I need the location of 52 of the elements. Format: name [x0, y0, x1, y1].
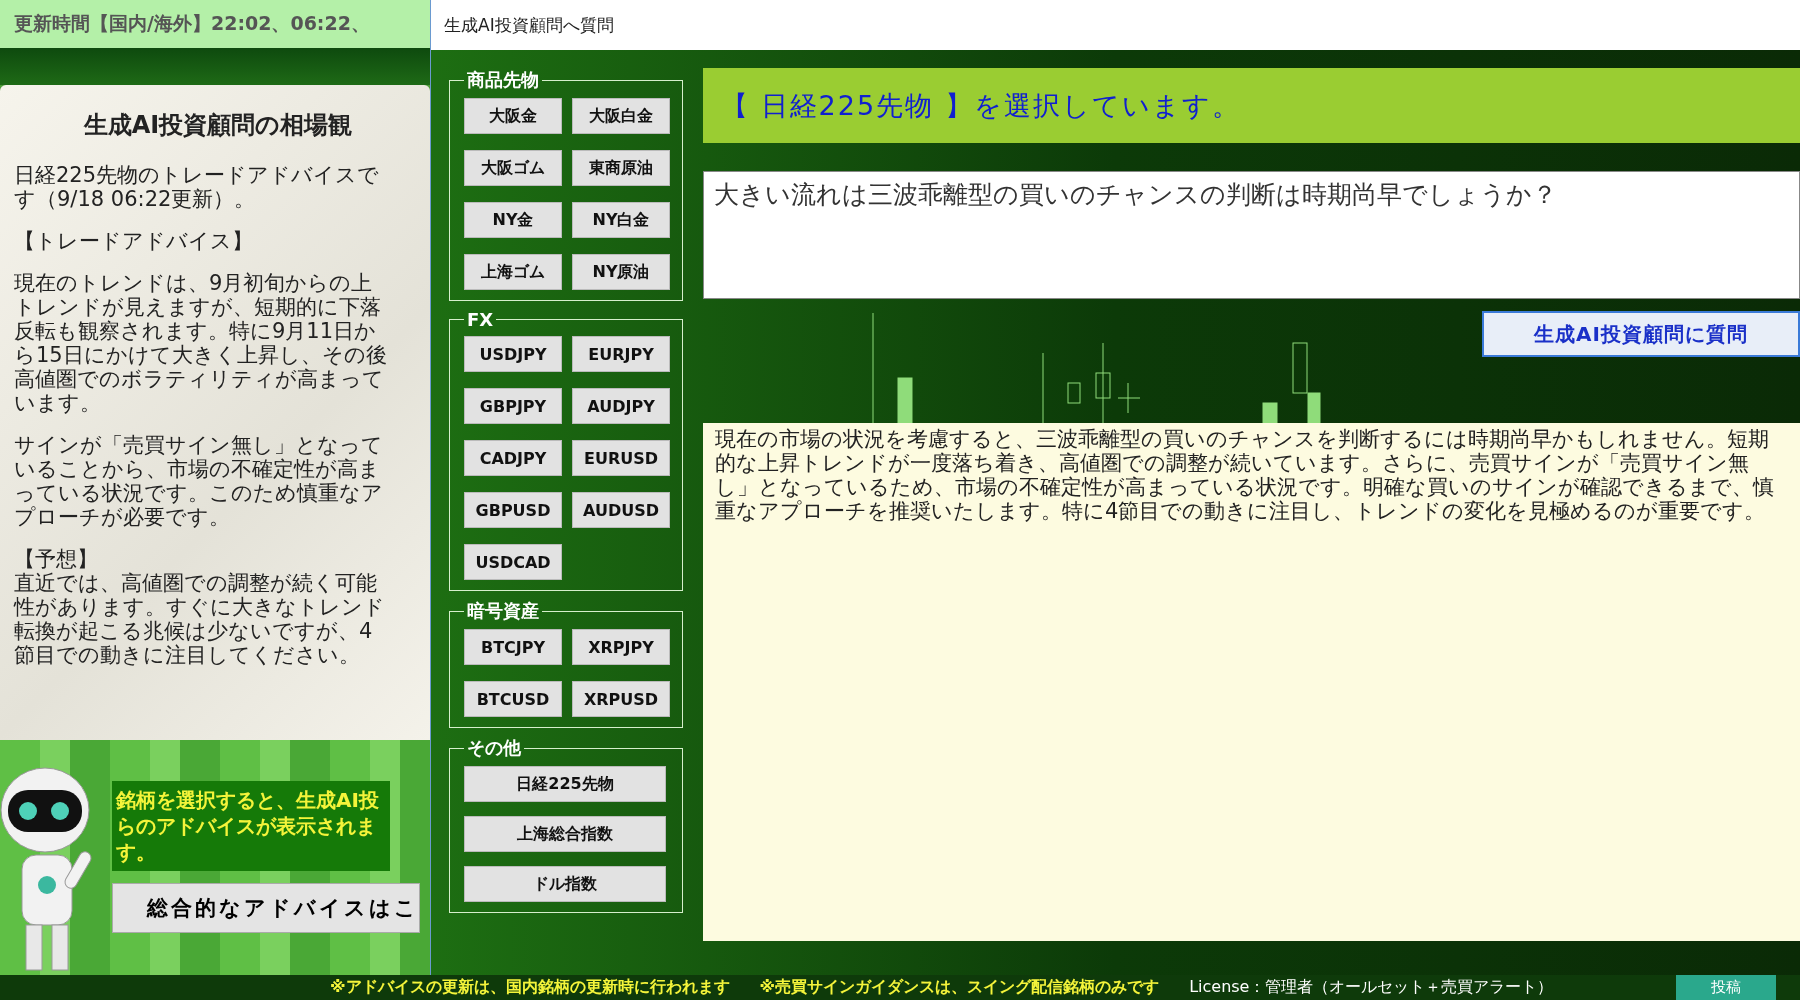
symbol-button[interactable]: AUDJPY	[572, 388, 670, 424]
symbol-button[interactable]: USDCAD	[464, 544, 562, 580]
symbol-button[interactable]: 上海総合指数	[464, 816, 666, 852]
answer-text: 現在の市場の状況を考慮すると、三波乖離型の買いのチャンスを判断するには時期尚早かもしれません。短期的な上昇トレンドが一度落ち着き、高値圏での調整が続いています。さらに、売買サインが「売買サイン無し」となっているため、市場の不確定性が高まっている状況です。明確な買いのサインが確認できるまで、慎重なアプローチを推奨いたします。特に4節目での動きに注目し、トレンドの変化を見極めるのが重要です。	[703, 423, 1800, 941]
panel-title: 生成AI投資顧問の相場観	[82, 110, 354, 141]
symbol-button[interactable]: NY白金	[572, 202, 670, 238]
group-label: FX	[466, 309, 495, 330]
candle-body	[1067, 382, 1081, 404]
candle-wick	[1042, 352, 1044, 423]
candle-body	[897, 377, 913, 423]
symbol-button[interactable]: GBPUSD	[464, 492, 562, 528]
group-label: 暗号資産	[466, 599, 540, 623]
symbol-button[interactable]: EURUSD	[572, 440, 670, 476]
symbol-button[interactable]: GBPJPY	[464, 388, 562, 424]
symbol-button[interactable]: BTCUSD	[464, 681, 562, 717]
window-title: 生成AI投資顧問へ質問	[431, 0, 1800, 50]
symbol-button[interactable]: XRPUSD	[572, 681, 670, 717]
advice-paragraph: 日経225先物のトレードアドバイスです（9/18 06:22更新）。	[14, 163, 381, 211]
candle-body	[1262, 402, 1278, 423]
symbol-button[interactable]: 大阪金	[464, 98, 562, 134]
advice-paragraph: サインが「売買サイン無し」となっていることから、市場の不確定性が高まっている状況です。このため慎重なアプローチが必要です。	[14, 433, 384, 529]
symbol-button[interactable]: EURJPY	[572, 336, 670, 372]
update-time-bar: 更新時間【国内/海外】22:02、06:22、	[0, 0, 430, 48]
cross-candle	[1117, 382, 1141, 414]
symbol-button[interactable]: ドル指数	[464, 866, 666, 902]
group-label: その他	[466, 736, 522, 760]
symbol-button[interactable]: 上海ゴム	[464, 254, 562, 290]
ask-button[interactable]: 生成AI投資顧問に質問	[1482, 311, 1800, 357]
symbol-button[interactable]: 大阪ゴム	[464, 150, 562, 186]
symbol-button[interactable]: 日経225先物	[464, 766, 666, 802]
symbol-button[interactable]: AUDUSD	[572, 492, 670, 528]
advice-paragraph: 現在のトレンドは、9月初旬からの上トレンドが見えますが、短期的に下落反転も観察されます。特に9月11日から15日にかけて大きく上昇し、その後高値圏でのボラティリティが高まっています。	[14, 271, 388, 415]
question-field[interactable]: 大きい流れは三波乖離型の買いのチャンスの判断は時期尚早でしょうか？	[703, 171, 1800, 299]
symbol-button[interactable]: 大阪白金	[572, 98, 670, 134]
symbol-button[interactable]: CADJPY	[464, 440, 562, 476]
symbol-button[interactable]: BTCJPY	[464, 629, 562, 665]
advice-paragraph: 直近では、高値圏での調整が続く可能性があります。すぐに大きなトレンド転換が起こる兆候は少ないですが、4節目での動きに注目してください。	[14, 571, 386, 667]
group-label: 商品先物	[466, 68, 540, 92]
symbol-button[interactable]: 東商原油	[572, 150, 670, 186]
hint-text: 銘柄を選択すると、生成AI投らのアドバイスが表示されます。	[112, 781, 390, 871]
symbol-button[interactable]: NY原油	[572, 254, 670, 290]
status-note: ※売買サインガイダンスは、スイング配信銘柄のみです	[759, 977, 1160, 998]
symbol-button[interactable]: NY金	[464, 202, 562, 238]
selection-banner: 【 日経225先物 】を選択しています。	[703, 68, 1800, 143]
advice-paragraph: 【トレードアドバイス】	[14, 229, 254, 253]
status-note: ※アドバイスの更新は、国内銘柄の更新時に行われます	[330, 977, 730, 998]
symbol-button[interactable]: USDJPY	[464, 336, 562, 372]
overall-advice-button[interactable]: 総合的なアドバイスはこ	[112, 883, 420, 933]
license-text: License：管理者（オールセット＋売買アラート）	[1189, 977, 1554, 998]
advice-paragraph: 【予想】	[14, 547, 99, 571]
candle-body	[1095, 372, 1111, 399]
symbol-button[interactable]: XRPJPY	[572, 629, 670, 665]
